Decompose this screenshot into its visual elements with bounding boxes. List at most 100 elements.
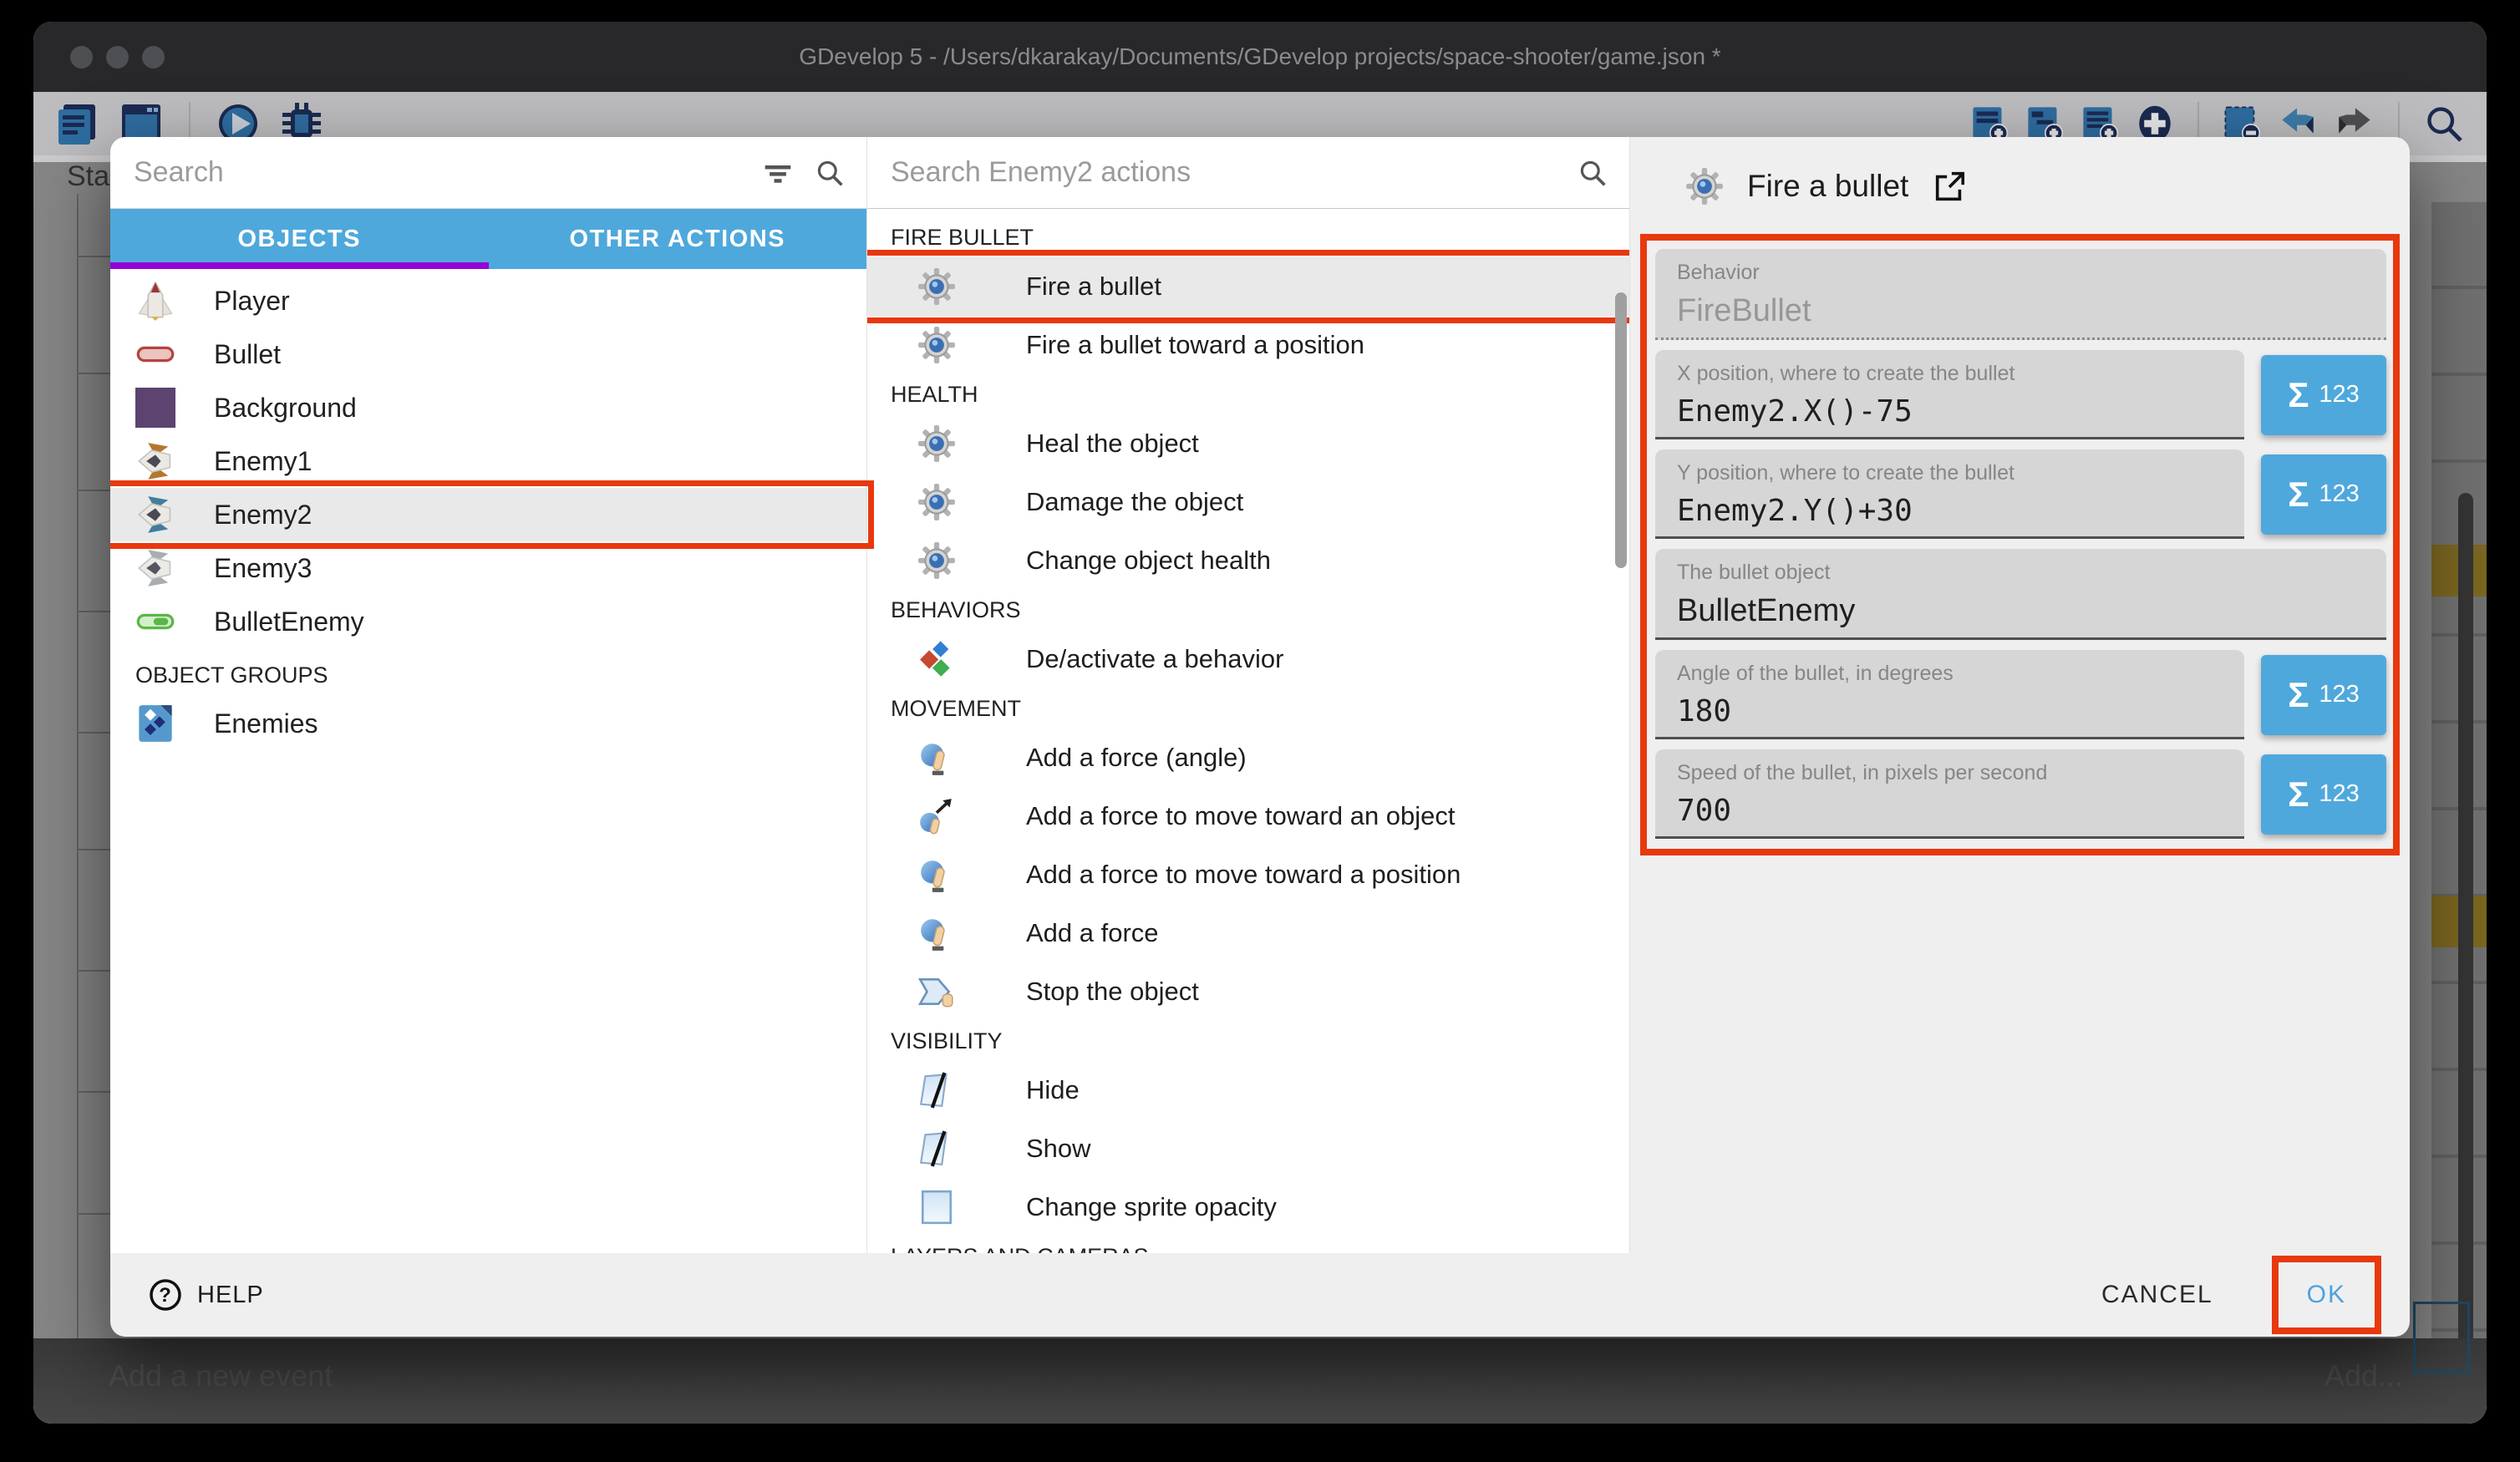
action-label: Add a force to move toward an object	[1026, 801, 1456, 831]
sigma-icon: Σ	[2288, 774, 2309, 815]
behavior-icon	[917, 640, 956, 678]
zoom-window-icon[interactable]	[142, 46, 165, 69]
expression-builder-button[interactable]: Σ 123	[2261, 754, 2386, 835]
field-value[interactable]: BulletEnemy	[1677, 593, 2386, 629]
action-row-hide[interactable]: Hide	[867, 1061, 1629, 1119]
open-in-new-icon[interactable]	[1932, 169, 1967, 204]
search-icon[interactable]	[815, 158, 845, 188]
section-health: HEALTH	[867, 374, 1629, 414]
action-row-add-force[interactable]: Add a force	[867, 904, 1629, 962]
object-label: Enemy1	[214, 446, 312, 477]
bullet-enemy-icon	[135, 602, 175, 642]
help-button[interactable]: HELP	[147, 1277, 264, 1313]
gear-icon	[917, 483, 956, 521]
action-label: Add a force (angle)	[1026, 743, 1247, 773]
object-groups-header: OBJECT GROUPS	[110, 648, 866, 697]
expression-builder-button[interactable]: Σ 123	[2261, 355, 2386, 435]
tab-other-actions[interactable]: OTHER ACTIONS	[489, 209, 867, 269]
project-manager-icon[interactable]	[55, 101, 100, 146]
actions-search-row	[867, 137, 1629, 209]
section-fire-bullet: FIRE BULLET	[867, 217, 1629, 257]
field-value[interactable]: 700	[1677, 794, 2244, 828]
field-value[interactable]: 180	[1677, 694, 2244, 728]
traffic-lights[interactable]	[70, 46, 165, 69]
angle-field[interactable]: Angle of the bullet, in degrees 180	[1655, 650, 2244, 739]
objects-panel: OBJECTS OTHER ACTIONS Player	[110, 137, 866, 1253]
expression-builder-button[interactable]: Σ 123	[2261, 655, 2386, 735]
expression-builder-button[interactable]: Σ 123	[2261, 454, 2386, 535]
speed-field[interactable]: Speed of the bullet, in pixels per secon…	[1655, 749, 2244, 839]
minimize-window-icon[interactable]	[106, 46, 129, 69]
action-label: Fire a bullet	[1026, 272, 1161, 302]
field-label: X position, where to create the bullet	[1677, 362, 2244, 386]
ok-button[interactable]: OK	[2279, 1262, 2375, 1327]
action-row-add-force-angle[interactable]: Add a force (angle)	[867, 728, 1629, 787]
object-label: Bullet	[214, 339, 281, 370]
action-row-deactivate-behavior[interactable]: De/activate a behavior	[867, 630, 1629, 688]
section-layers-and-cameras: LAYERS AND CAMERAS	[867, 1236, 1629, 1253]
force-toward-object-icon	[917, 797, 956, 835]
y-position-field[interactable]: Y position, where to create the bullet E…	[1655, 449, 2244, 539]
action-label: Change object health	[1026, 546, 1271, 576]
object-label: Player	[214, 286, 290, 317]
search-events-icon[interactable]	[2423, 103, 2465, 145]
action-label: Heal the object	[1026, 429, 1199, 459]
object-row-enemy1[interactable]: Enemy1	[110, 434, 866, 488]
sigma-icon: Σ	[2288, 475, 2309, 515]
action-row-stop-object[interactable]: Stop the object	[867, 962, 1629, 1021]
field-value[interactable]: Enemy2.Y()+30	[1677, 494, 2244, 528]
group-label: Enemies	[214, 708, 318, 739]
bullet-object-field[interactable]: The bullet object BulletEnemy	[1655, 549, 2386, 640]
tab-objects[interactable]: OBJECTS	[110, 209, 489, 269]
actions-panel: FIRE BULLET Fire a bullet Fire a bullet …	[866, 137, 1629, 1253]
object-row-player[interactable]: Player	[110, 274, 866, 327]
action-row-damage-object[interactable]: Damage the object	[867, 473, 1629, 531]
player-ship-icon	[135, 281, 175, 321]
force-icon	[917, 739, 956, 777]
actions-search-input[interactable]	[889, 155, 1578, 190]
action-list: FIRE BULLET Fire a bullet Fire a bullet …	[867, 209, 1629, 1253]
objects-search-row	[110, 137, 866, 209]
object-row-background[interactable]: Background	[110, 381, 866, 434]
help-label: HELP	[197, 1282, 264, 1309]
action-row-add-force-toward-position[interactable]: Add a force to move toward a position	[867, 845, 1629, 904]
object-row-bullet[interactable]: Bullet	[110, 327, 866, 381]
field-label: Angle of the bullet, in degrees	[1677, 662, 2244, 686]
group-icon	[135, 703, 175, 744]
bullet-icon	[135, 334, 175, 374]
object-row-bulletenemy[interactable]: BulletEnemy	[110, 595, 866, 648]
action-row-fire-a-bullet[interactable]: Fire a bullet	[867, 257, 1629, 316]
action-row-change-object-health[interactable]: Change object health	[867, 531, 1629, 590]
background-swatch-icon	[135, 388, 175, 428]
field-label: Behavior	[1677, 261, 2386, 285]
window-title: GDevelop 5 - /Users/dkarakay/Documents/G…	[799, 43, 1720, 70]
action-label: Change sprite opacity	[1026, 1192, 1277, 1222]
filter-icon[interactable]	[763, 158, 793, 188]
objects-search-input[interactable]	[132, 155, 763, 190]
group-row-enemies[interactable]: Enemies	[110, 697, 866, 750]
action-label: Add a force	[1026, 918, 1159, 948]
object-row-enemy2[interactable]: Enemy2	[110, 488, 866, 541]
actions-scrollbar[interactable]	[1615, 292, 1627, 568]
action-row-heal-object[interactable]: Heal the object	[867, 414, 1629, 473]
dialog-footer: HELP CANCEL OK	[110, 1253, 2410, 1337]
enemy3-ship-icon	[135, 548, 175, 588]
gear-icon	[917, 326, 956, 364]
object-row-enemy3[interactable]: Enemy3	[110, 541, 866, 595]
cancel-button[interactable]: CANCEL	[2086, 1269, 2228, 1321]
numbers-label: 123	[2319, 780, 2359, 808]
object-label: Enemy2	[214, 500, 312, 530]
sigma-icon: Σ	[2288, 375, 2309, 415]
search-icon[interactable]	[1578, 158, 1608, 188]
field-value[interactable]: Enemy2.X()-75	[1677, 394, 2244, 429]
x-position-field[interactable]: X position, where to create the bullet E…	[1655, 350, 2244, 439]
action-row-change-sprite-opacity[interactable]: Change sprite opacity	[867, 1178, 1629, 1236]
action-row-add-force-toward-object[interactable]: Add a force to move toward an object	[867, 787, 1629, 845]
action-row-fire-toward-position[interactable]: Fire a bullet toward a position	[867, 316, 1629, 374]
action-row-show[interactable]: Show	[867, 1119, 1629, 1178]
close-window-icon[interactable]	[70, 46, 93, 69]
section-visibility: VISIBILITY	[867, 1021, 1629, 1061]
action-label: Show	[1026, 1134, 1091, 1164]
field-label: The bullet object	[1677, 561, 2386, 585]
stop-icon	[917, 972, 956, 1011]
